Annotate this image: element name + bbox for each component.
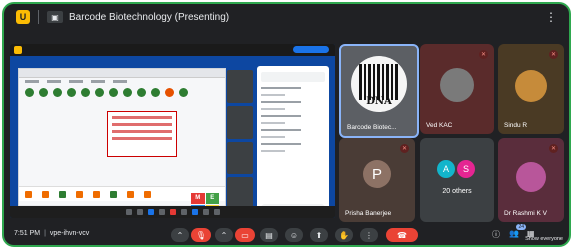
participant-tile-barcode[interactable]: DNA Barcode Biotec...: [339, 44, 419, 138]
camera-options-button[interactable]: ⌃: [215, 228, 233, 242]
stop-sharing-pill: [293, 46, 329, 53]
panel-notice: [261, 72, 325, 82]
presenter-mini-tiles: [227, 70, 253, 210]
meet-logo-icon: [14, 46, 22, 54]
in-call-messages-panel: [257, 66, 329, 216]
top-bar: U ▣ Barcode Biotechnology (Presenting) ⋮: [4, 4, 569, 30]
camera-off-icon[interactable]: ▭: [235, 228, 255, 242]
app-title-bar: [19, 69, 225, 78]
leave-call-icon[interactable]: ☎: [386, 228, 418, 242]
app-toolbar: [19, 84, 225, 101]
panel-header: [257, 66, 329, 69]
barcode-icon: [359, 64, 398, 100]
logo-text: DNA: [366, 96, 392, 107]
participant-tile-prisha[interactable]: ✕ P Prisha Banerjee: [339, 138, 415, 222]
separator: |: [44, 230, 46, 237]
people-icon[interactable]: 👥: [509, 229, 519, 238]
avatar: DNA: [351, 56, 407, 112]
participant-name: Barcode Biotec...: [347, 124, 397, 131]
mic-off-icon[interactable]: 🎙: [191, 228, 211, 242]
meet-logo-icon: U: [16, 10, 30, 24]
shared-taskbar: [10, 206, 335, 218]
presentation-icon: ▣: [47, 11, 63, 23]
clock: 7:51 PM: [14, 230, 41, 237]
show-everyone-button[interactable]: Show everyone: [525, 236, 563, 242]
avatar: A: [437, 160, 455, 178]
participant-tile-rashmi[interactable]: ✕ Dr Rashmi K V: [498, 138, 564, 222]
participant-name: Prisha Banerjee: [345, 210, 392, 217]
participant-tile-others[interactable]: A S 20 others: [420, 138, 494, 222]
participant-name: Dr Rashmi K V: [504, 210, 547, 217]
avatar: [515, 70, 547, 102]
participant-count-badge: 24: [516, 224, 526, 230]
avatar: [516, 162, 546, 192]
participant-tile-sindu[interactable]: ✕ Sindu R: [498, 44, 564, 134]
participant-name: Sindu R: [504, 122, 528, 129]
info-icon[interactable]: ⓘ: [492, 229, 500, 240]
raise-hand-icon[interactable]: ✋: [335, 228, 353, 242]
mic-options-button[interactable]: ⌃: [171, 228, 189, 242]
shared-screen: ME GA: [10, 44, 335, 218]
more-options-icon[interactable]: ⋮: [360, 228, 378, 242]
participant-tile-ved[interactable]: ✕ Ved KAC: [420, 44, 494, 134]
divider: [38, 10, 39, 24]
present-icon[interactable]: ⬆: [310, 228, 328, 242]
shared-screen-header: [10, 44, 335, 56]
captions-icon[interactable]: ▤: [260, 228, 278, 242]
participant-name: Ved KAC: [426, 122, 453, 129]
shared-app-window: ME GA: [18, 68, 226, 218]
avatar: P: [363, 160, 391, 188]
app-dialog: [107, 111, 177, 157]
meeting-code: vpe-ihvn-vcv: [49, 230, 90, 237]
emoji-icon[interactable]: ☺: [285, 228, 303, 242]
avatar: S: [457, 160, 475, 178]
others-count: 20 others: [442, 188, 472, 195]
mic-off-icon: ✕: [549, 50, 558, 59]
meet-window: U ▣ Barcode Biotechnology (Presenting) ⋮…: [2, 2, 571, 247]
mic-off-icon: ✕: [549, 144, 558, 153]
avatar: [440, 68, 474, 102]
mic-off-icon: ✕: [400, 144, 409, 153]
meeting-info: 7:51 PM | vpe-ihvn-vcv: [14, 230, 89, 237]
bottom-bar: 7:51 PM | vpe-ihvn-vcv ⌃ 🎙 ⌃ ▭ ▤ ☺ ⬆ ✋ ⋮ ☎…: [4, 224, 569, 245]
presenting-title: Barcode Biotechnology (Presenting): [69, 11, 230, 23]
mic-off-icon: ✕: [479, 50, 488, 59]
more-options-icon[interactable]: ⋮: [545, 10, 557, 24]
